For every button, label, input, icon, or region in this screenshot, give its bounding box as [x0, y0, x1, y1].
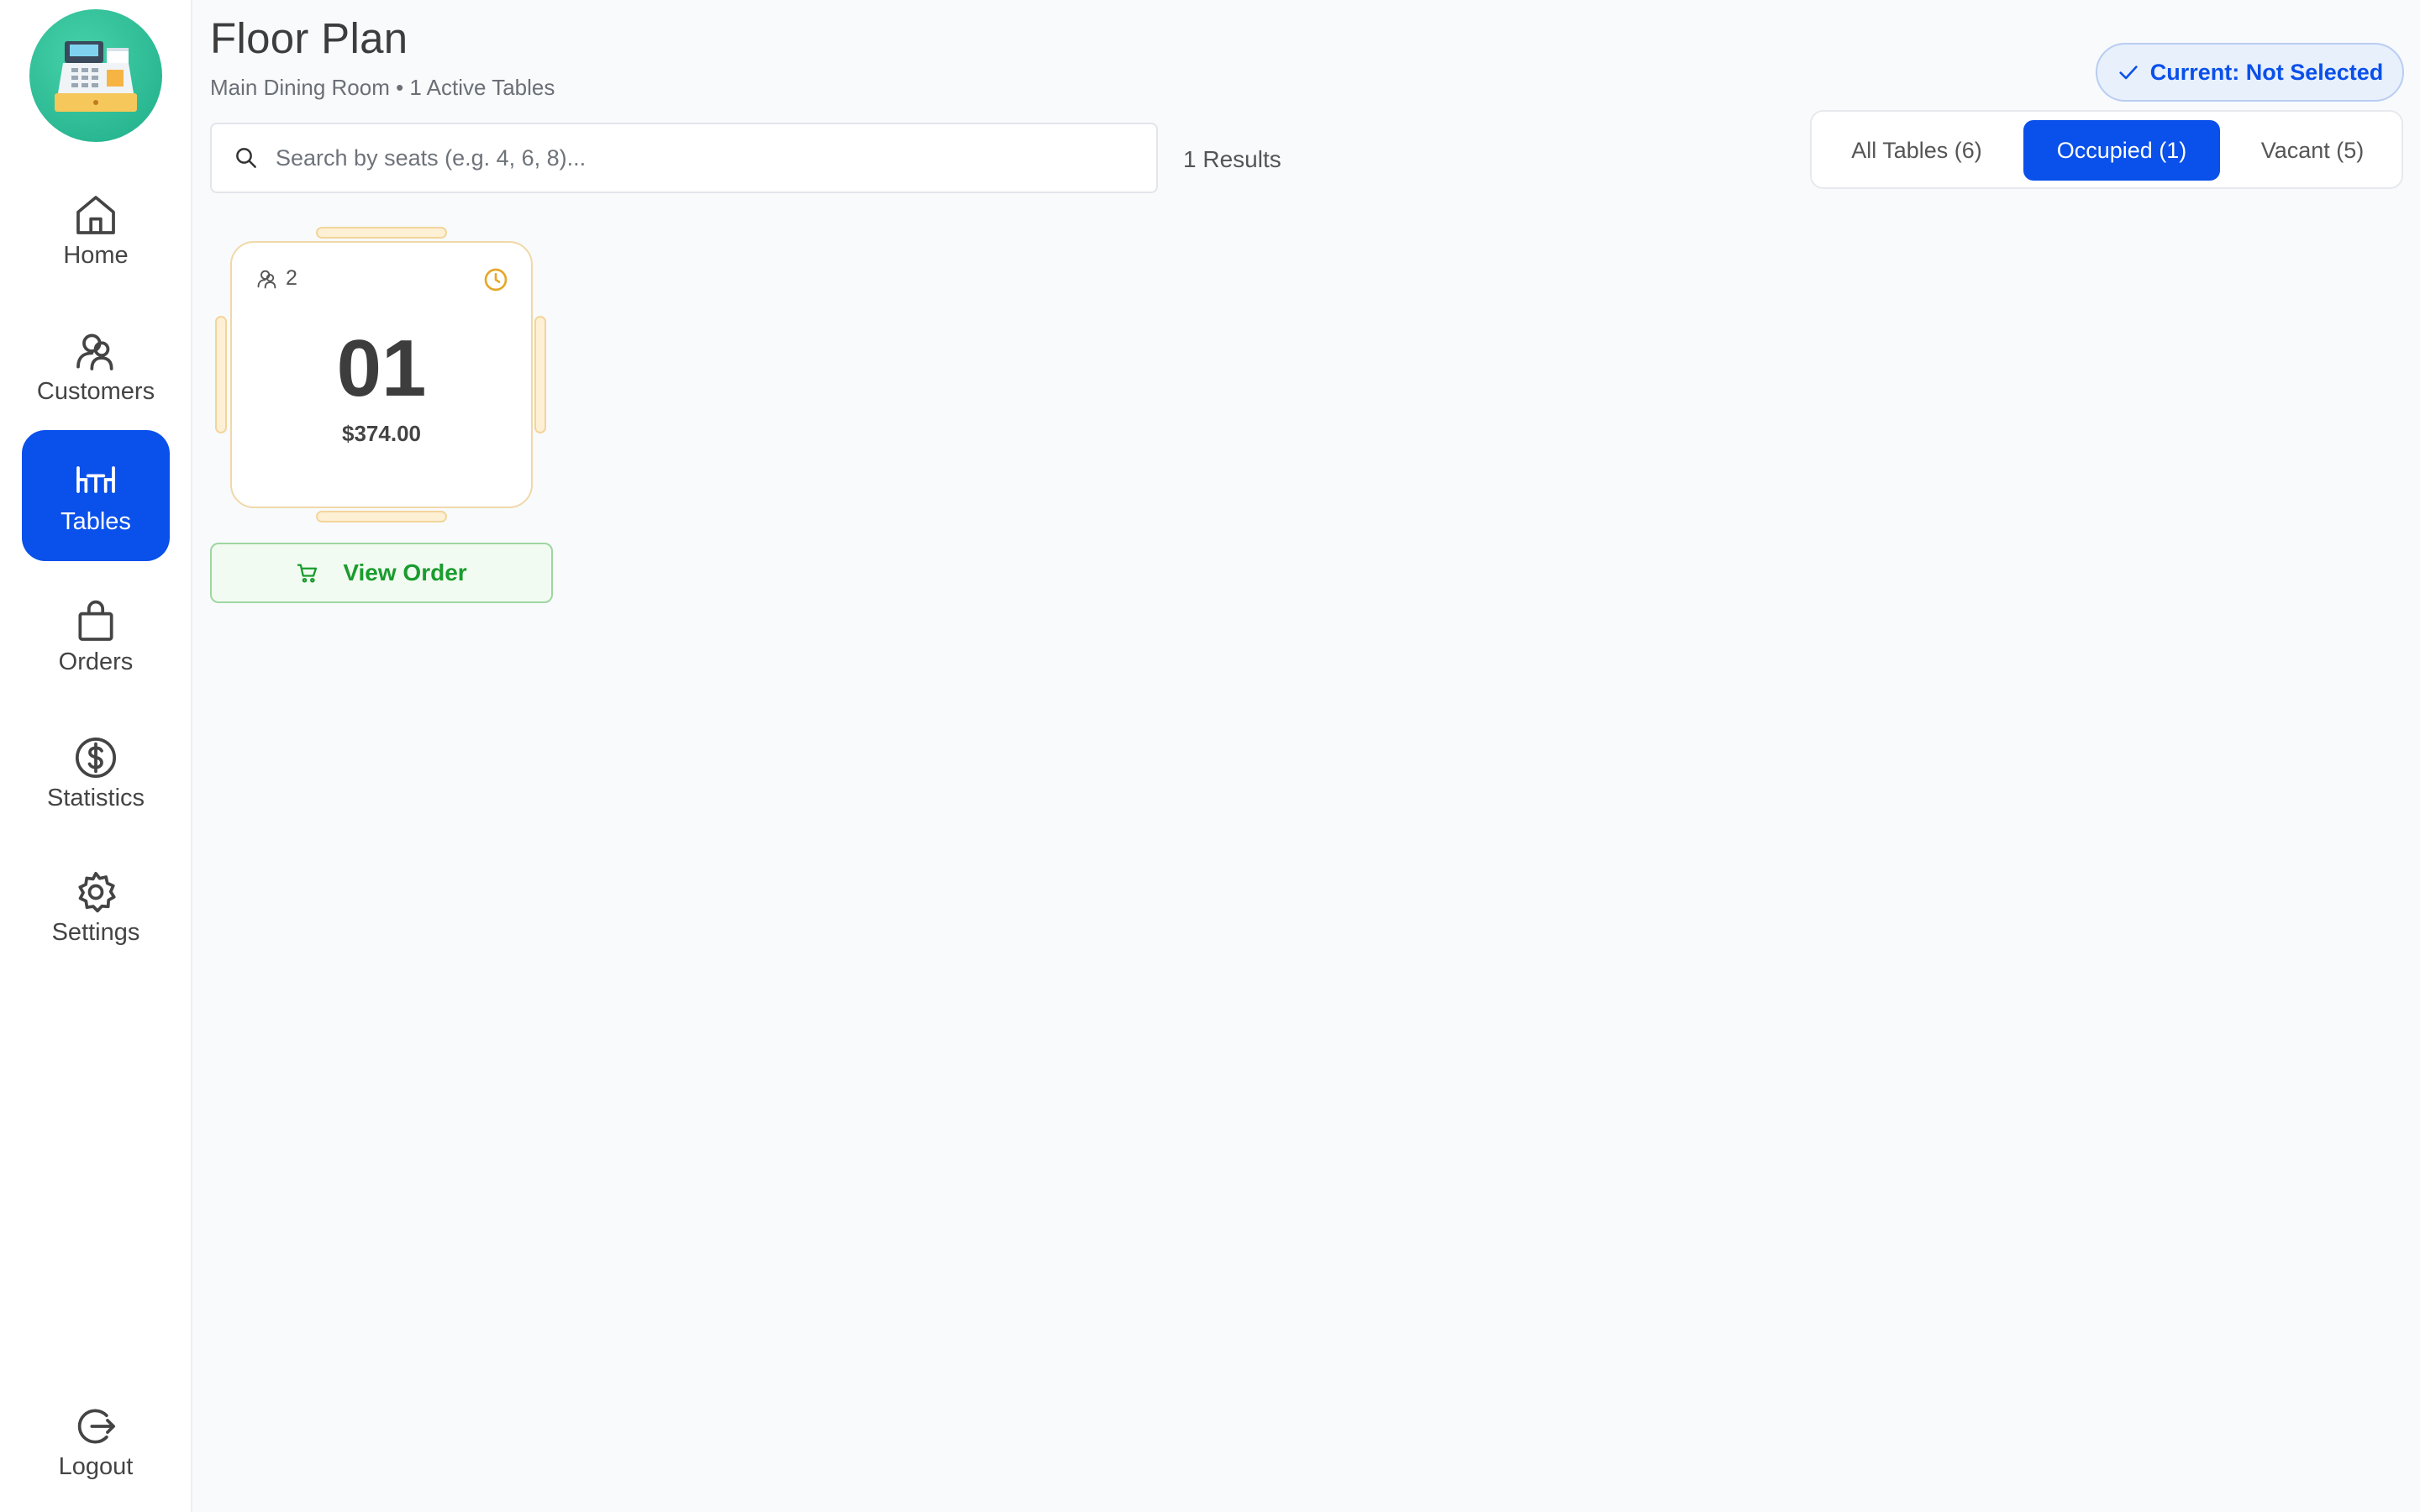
sidebar-item-logout[interactable]: Logout [22, 1376, 170, 1507]
sidebar-item-label: Home [63, 242, 129, 269]
page-subtitle: Main Dining Room • 1 Active Tables [210, 75, 555, 100]
customers-icon [76, 333, 113, 370]
search-input[interactable] [276, 144, 1116, 171]
chair-right [534, 316, 546, 433]
dining-table-icon [76, 466, 115, 493]
sidebar-item-label: Customers [36, 378, 155, 405]
sidebar-item-home[interactable]: Home [22, 165, 170, 296]
search-box[interactable] [210, 123, 1158, 193]
clock-icon [484, 268, 508, 291]
sidebar-item-tables[interactable]: Tables [22, 430, 170, 561]
page-title: Floor Plan [210, 14, 408, 62]
gear-icon [78, 871, 116, 913]
current-selection-label: Current: Not Selected [2149, 59, 2384, 85]
table-number: 01 [336, 323, 427, 413]
table-amount: $374.00 [342, 421, 421, 446]
seat-count: 2 [255, 266, 297, 291]
home-icon [76, 196, 115, 234]
sidebar-item-orders[interactable]: Orders [22, 571, 170, 702]
sidebar-item-label: Logout [58, 1453, 134, 1480]
table-card[interactable]: 2 01 $374.00 [230, 241, 533, 508]
sidebar-item-label: Statistics [46, 785, 145, 811]
users-icon [257, 270, 276, 288]
sidebar-item-label: Orders [58, 648, 134, 675]
filter-tabs: All Tables (6) Occupied (1) Vacant (5) [1810, 110, 2403, 189]
sidebar-item-label: Settings [51, 919, 140, 946]
results-count: 1 Results [1183, 146, 1281, 172]
sidebar-item-label: Tables [60, 508, 131, 535]
sidebar-item-settings[interactable]: Settings [22, 842, 170, 973]
shopping-bag-icon [78, 600, 113, 641]
tab-vacant[interactable]: Vacant (5) [2237, 120, 2388, 181]
chair-left [215, 316, 227, 433]
sidebar: Home Customers Tables Orders Statistics [0, 0, 192, 1512]
dollar-circle-icon [75, 737, 117, 779]
sidebar-item-customers[interactable]: Customers [22, 301, 170, 432]
seat-count-value: 2 [286, 266, 297, 290]
view-order-label: View Order [343, 559, 467, 585]
sidebar-item-statistics[interactable]: Statistics [22, 707, 170, 838]
current-selection-badge[interactable]: Current: Not Selected [2096, 43, 2404, 102]
search-icon [236, 148, 256, 168]
check-icon [2119, 66, 2138, 80]
cash-register-logo-icon [29, 9, 162, 142]
logout-icon [77, 1409, 115, 1444]
chair-bottom [316, 511, 447, 522]
chair-top [316, 227, 447, 239]
cart-icon [297, 564, 318, 583]
tab-occupied[interactable]: Occupied (1) [2023, 120, 2220, 181]
view-order-button[interactable]: View Order [210, 543, 553, 603]
tab-all-tables[interactable]: All Tables (6) [1828, 120, 2005, 181]
